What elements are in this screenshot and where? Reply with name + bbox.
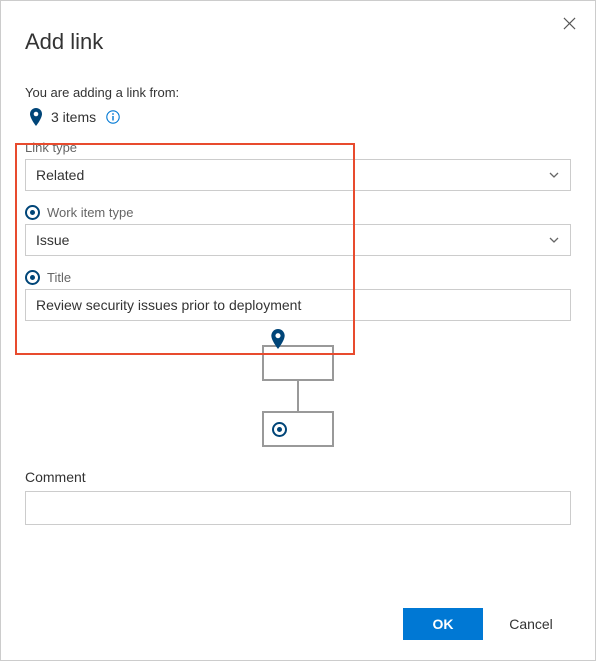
ring-icon <box>25 205 40 220</box>
dialog-title: Add link <box>25 29 571 55</box>
dialog-footer: OK Cancel <box>403 608 571 640</box>
work-item-type-label: Work item type <box>25 205 571 220</box>
close-button[interactable] <box>559 13 579 33</box>
chevron-down-icon <box>548 169 560 181</box>
link-type-label: Link type <box>25 140 571 155</box>
close-icon <box>563 17 576 30</box>
diagram-source-box <box>262 345 334 381</box>
form-section: Link type Related Work item type Issue <box>25 140 571 525</box>
title-label-text: Title <box>47 270 71 285</box>
title-label: Title <box>25 270 571 285</box>
work-item-type-label-text: Work item type <box>47 205 133 220</box>
ring-icon <box>25 270 40 285</box>
work-item-type-select[interactable]: Issue <box>25 224 571 256</box>
work-item-type-value: Issue <box>36 232 69 248</box>
add-link-dialog: Add link You are adding a link from: 3 i… <box>0 0 596 661</box>
relationship-diagram <box>25 345 571 447</box>
cancel-button[interactable]: Cancel <box>491 608 571 640</box>
title-input[interactable] <box>25 289 571 321</box>
items-count: 3 items <box>51 109 96 125</box>
ok-button[interactable]: OK <box>403 608 483 640</box>
ring-icon <box>272 422 287 437</box>
link-type-select[interactable]: Related <box>25 159 571 191</box>
pin-icon <box>270 329 286 349</box>
diagram-target-box <box>262 411 334 447</box>
diagram-connector <box>297 381 299 411</box>
dialog-subtitle: You are adding a link from: <box>25 85 571 100</box>
comment-input[interactable] <box>25 491 571 525</box>
items-row: 3 items <box>25 108 571 126</box>
comment-label: Comment <box>25 469 571 485</box>
info-icon[interactable] <box>106 110 120 124</box>
link-type-value: Related <box>36 167 84 183</box>
chevron-down-icon <box>548 234 560 246</box>
pin-icon <box>29 108 43 126</box>
